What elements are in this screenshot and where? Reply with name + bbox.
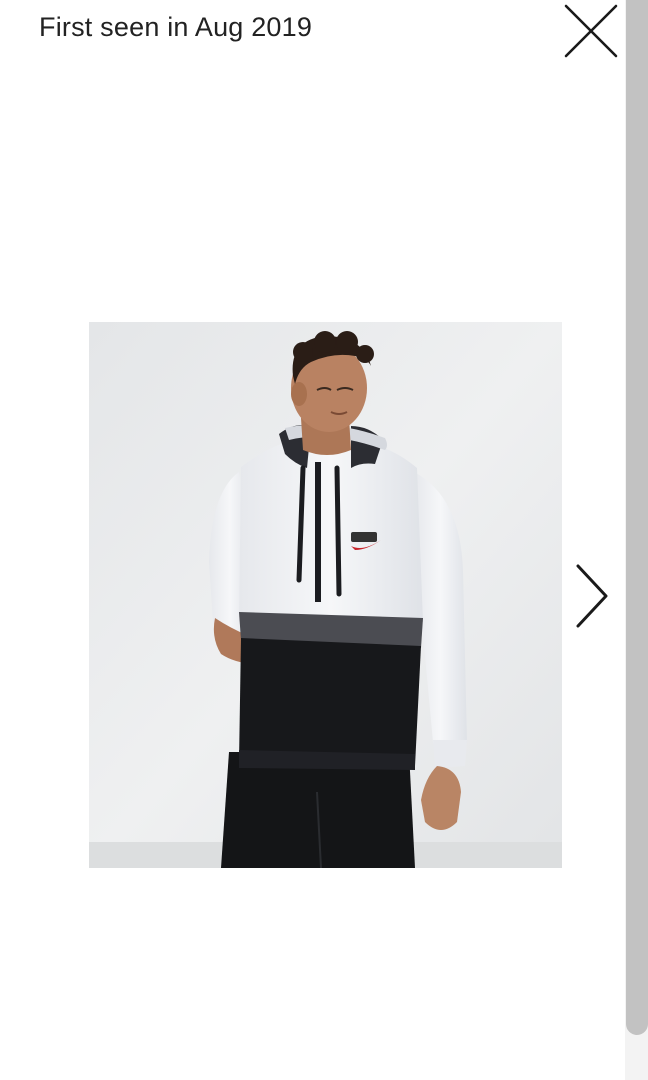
- close-button[interactable]: [562, 2, 620, 60]
- page-title: First seen in Aug 2019: [39, 12, 313, 42]
- gallery-viewer: First seen in Aug 2019: [0, 0, 648, 1080]
- product-photo: [89, 322, 562, 868]
- next-image-button[interactable]: [570, 560, 614, 632]
- chevron-right-icon: [576, 564, 608, 628]
- close-icon: [564, 4, 618, 58]
- hoodie-model-image: [89, 322, 562, 868]
- scrollbar-thumb[interactable]: [626, 0, 648, 1035]
